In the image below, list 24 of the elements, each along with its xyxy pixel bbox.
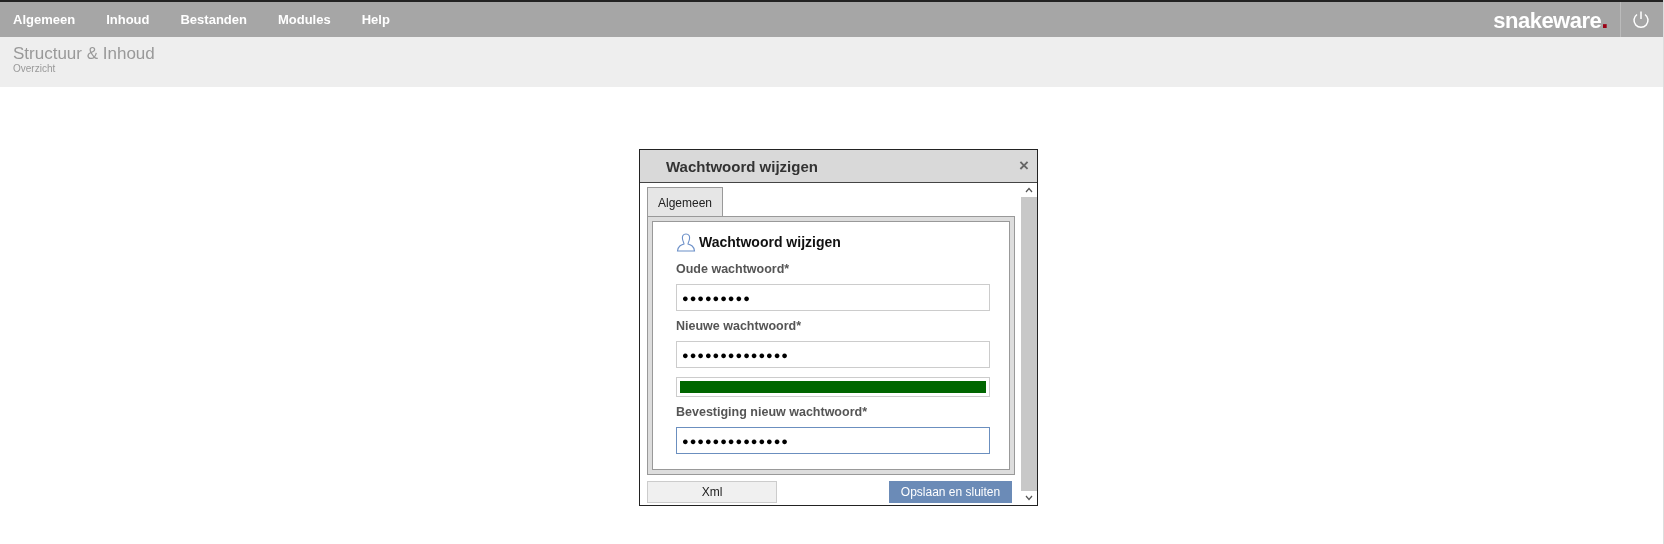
menu-item[interactable]: Help <box>361 12 390 27</box>
dialog-title: Wachtwoord wijzigen <box>666 157 819 175</box>
field-label: Oude wachtwoord* <box>676 262 791 276</box>
close-button[interactable]: × <box>1019 156 1029 176</box>
section-title: Wachtwoord wijzigen <box>699 234 841 250</box>
xml-button[interactable]: Xml <box>647 481 777 503</box>
scroll-up-icon <box>1025 187 1033 193</box>
page-subtitle: Overzicht <box>13 63 57 74</box>
logo: snakeware. <box>1493 4 1608 35</box>
menu-item[interactable]: Bestanden <box>180 12 247 27</box>
field-label: Bevestiging nieuw wachtwoord* <box>676 405 868 419</box>
menu-item[interactable]: Modules <box>277 12 331 27</box>
menu-item[interactable]: Algemeen <box>13 12 76 27</box>
save-button[interactable]: Opslaan en sluiten <box>889 481 1012 503</box>
tab[interactable]: Algemeen <box>647 187 724 216</box>
field-label: Nieuwe wachtwoord* <box>676 319 803 333</box>
power-icon <box>1630 9 1651 30</box>
password-field[interactable]: ●●●●●●●●●●●●●● <box>676 427 990 454</box>
menu-item[interactable]: Inhoud <box>106 12 150 27</box>
password-field[interactable]: ●●●●●●●●●●●●●● <box>676 341 990 368</box>
user-icon <box>676 232 696 252</box>
scroll-down-icon <box>1025 495 1033 501</box>
page-title: Structuur & Inhoud <box>13 45 156 63</box>
password-field[interactable]: ●●●●●●●●● <box>676 284 990 311</box>
